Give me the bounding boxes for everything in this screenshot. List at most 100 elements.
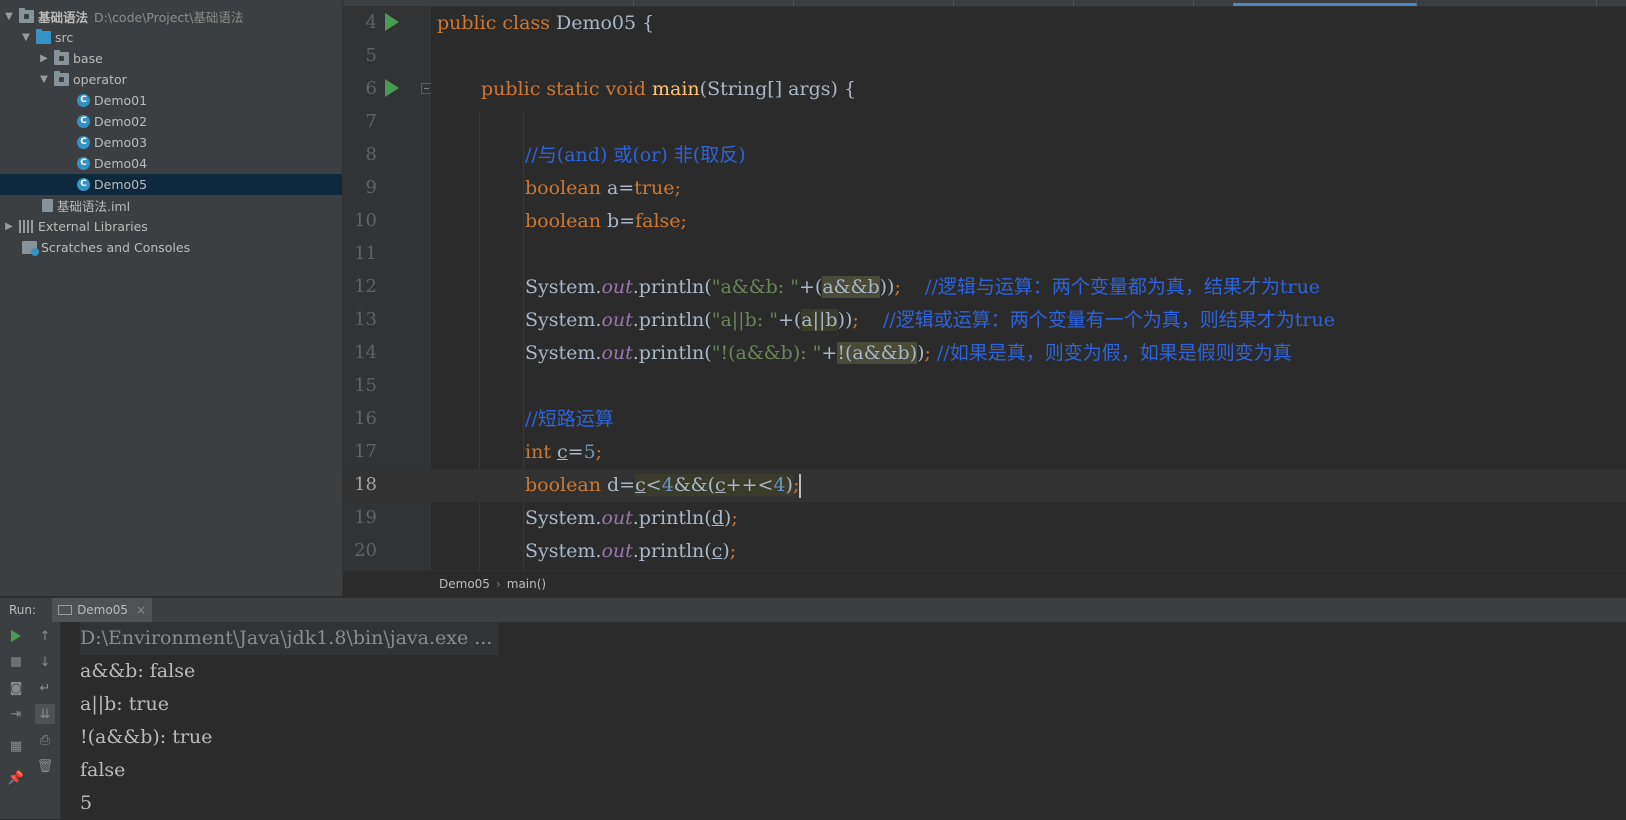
- tree-item-demo01[interactable]: C Demo01: [0, 90, 342, 111]
- code-line[interactable]: public class Demo05 {: [431, 7, 1626, 40]
- code-line[interactable]: boolean b=false;: [431, 205, 1626, 238]
- class-icon: C: [77, 157, 90, 170]
- tree-label-class: Demo02: [94, 114, 148, 129]
- editor-tab[interactable]: [1416, 0, 1597, 6]
- line-number: 13: [354, 309, 377, 330]
- tree-label-base: base: [73, 51, 103, 66]
- editor-tab[interactable]: [483, 0, 634, 6]
- tree-label-scratches: Scratches and Consoles: [41, 240, 191, 255]
- code-line[interactable]: int c=5;: [431, 436, 1626, 469]
- iml-file-icon: [42, 199, 53, 212]
- console-line: false: [80, 759, 126, 781]
- tree-label-class: Demo01: [94, 93, 148, 108]
- editor-tab[interactable]: [793, 0, 954, 6]
- stop-icon[interactable]: [6, 652, 26, 672]
- line-number: 5: [365, 45, 377, 66]
- camera-icon[interactable]: ◙: [6, 678, 26, 698]
- line-number: 8: [365, 144, 377, 165]
- soft-wrap-icon[interactable]: ↵: [35, 678, 55, 698]
- editor-tab-active[interactable]: [1233, 0, 1417, 6]
- code-line[interactable]: System.out.println("a||b: "+(a||b)); //逻…: [431, 304, 1626, 337]
- tree-item-module[interactable]: ▼ 基础语法 D:\code\Project\基础语法: [0, 6, 342, 27]
- console-line: a&&b: false: [80, 660, 196, 682]
- package-icon: [54, 50, 69, 65]
- run-tab-label: Demo05: [77, 603, 128, 617]
- class-icon: C: [77, 115, 90, 128]
- source-folder-icon: [36, 29, 51, 44]
- tree-label-external-libraries: External Libraries: [38, 219, 148, 234]
- tree-label-class: Demo03: [94, 135, 148, 150]
- code-line[interactable]: System.out.println(c);: [431, 535, 1626, 568]
- scratches-icon: [22, 241, 39, 256]
- chevron-right-icon[interactable]: ▶: [3, 221, 15, 232]
- tree-item-iml[interactable]: 基础语法.iml: [0, 195, 342, 216]
- tree-item-scratches[interactable]: Scratches and Consoles: [0, 237, 342, 258]
- code-line[interactable]: System.out.println("!(a&&b): "+!(a&&b));…: [431, 337, 1626, 370]
- run-gutter-icon[interactable]: [385, 13, 399, 31]
- editor-tab[interactable]: [953, 0, 1074, 6]
- line-number: 17: [354, 441, 377, 462]
- tree-item-operator[interactable]: ▼ operator: [0, 69, 342, 90]
- pin-icon[interactable]: 📌: [6, 768, 26, 788]
- run-tab[interactable]: Demo05 ×: [52, 598, 153, 622]
- code-editor[interactable]: public class Demo05 { public static void…: [431, 7, 1626, 570]
- rerun-icon[interactable]: [6, 626, 26, 646]
- trash-icon[interactable]: 🗑: [35, 756, 55, 776]
- class-icon: C: [77, 136, 90, 149]
- console-line: !(a&&b): true: [80, 726, 213, 748]
- tree-item-demo03[interactable]: C Demo03: [0, 132, 342, 153]
- chevron-down-icon[interactable]: ▼: [3, 11, 15, 22]
- code-line[interactable]: System.out.println(d);: [431, 502, 1626, 535]
- module-name: 基础语法: [38, 10, 89, 25]
- editor-tab[interactable]: [1073, 0, 1194, 6]
- code-line[interactable]: boolean a=true;: [431, 172, 1626, 205]
- chevron-down-icon[interactable]: ▼: [38, 74, 50, 85]
- class-icon: C: [77, 178, 90, 191]
- close-icon[interactable]: ×: [136, 603, 146, 617]
- editor-tab-strip[interactable]: [343, 0, 1626, 7]
- run-toolbar: ↑ ↓ ◙ ↵ ⇥ ⇊ ⎙ ▦ 🗑 📌: [0, 622, 61, 819]
- editor-tab[interactable]: [633, 0, 794, 6]
- tree-item-src[interactable]: ▼ src: [0, 27, 342, 48]
- chevron-down-icon[interactable]: ▼: [20, 32, 32, 43]
- run-gutter-icon[interactable]: [385, 79, 399, 97]
- console-line: 5: [80, 792, 93, 814]
- print-icon[interactable]: ⎙: [35, 730, 55, 750]
- code-line-current[interactable]: boolean d=c<4&&(c++<4);: [431, 469, 1626, 502]
- line-number: 4: [365, 12, 377, 33]
- tree-label-class: Demo05: [94, 177, 148, 192]
- breadcrumb-separator-icon: ›: [495, 577, 501, 591]
- login-icon[interactable]: ⇥: [6, 704, 26, 724]
- line-number: 6: [365, 78, 377, 99]
- breadcrumb-class[interactable]: Demo05: [439, 577, 490, 591]
- arrow-down-icon[interactable]: ↓: [35, 652, 55, 672]
- tree-item-demo02[interactable]: C Demo02: [0, 111, 342, 132]
- line-number: 12: [354, 276, 377, 297]
- package-icon: [54, 71, 69, 86]
- line-number: 9: [365, 177, 377, 198]
- arrow-up-icon[interactable]: ↑: [35, 626, 55, 646]
- run-panel-header: Run: Demo05 ×: [0, 597, 1626, 623]
- code-line[interactable]: System.out.println("a&&b: "+(a&&b)); //逻…: [431, 271, 1626, 304]
- module-path: D:\code\Project\基础语法: [94, 10, 244, 25]
- code-line[interactable]: //短路运算: [431, 403, 1626, 436]
- line-number: 20: [354, 540, 377, 561]
- line-number: 14: [354, 342, 377, 363]
- breadcrumb-method[interactable]: main(): [507, 577, 546, 591]
- tree-item-demo05[interactable]: C Demo05: [0, 174, 342, 195]
- tree-label-iml: 基础语法.iml: [57, 199, 131, 214]
- tree-item-demo04[interactable]: C Demo04: [0, 153, 342, 174]
- tree-item-base[interactable]: ▶ base: [0, 48, 342, 69]
- code-line[interactable]: public static void main(String[] args) {: [431, 73, 1626, 106]
- code-line[interactable]: //与(and) 或(or) 非(取反): [431, 139, 1626, 172]
- chevron-right-icon[interactable]: ▶: [38, 53, 50, 64]
- text-caret: [799, 474, 802, 498]
- console-output[interactable]: D:\Environment\Java\jdk1.8\bin\java.exe …: [61, 622, 1626, 819]
- line-number: 10: [354, 210, 377, 231]
- layout-icon[interactable]: ▦: [6, 736, 26, 756]
- line-number: 7: [365, 111, 377, 132]
- scroll-to-end-icon[interactable]: ⇊: [35, 704, 55, 724]
- module-folder-icon: [19, 8, 34, 23]
- library-icon: [19, 220, 34, 233]
- tree-item-external-libraries[interactable]: ▶ External Libraries: [0, 216, 342, 237]
